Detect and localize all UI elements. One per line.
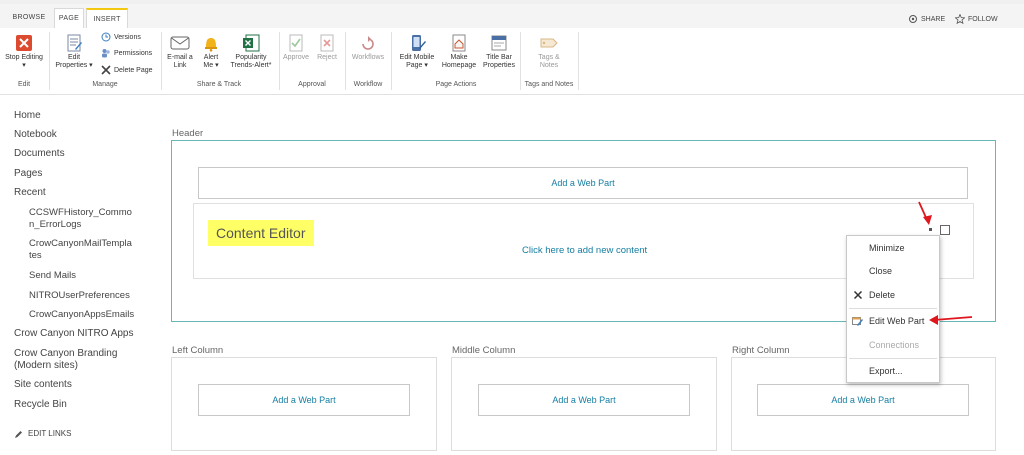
annotation-arrows: [918, 201, 973, 325]
red-arrow-icon: [918, 201, 932, 225]
red-arrow-icon: [929, 315, 973, 325]
